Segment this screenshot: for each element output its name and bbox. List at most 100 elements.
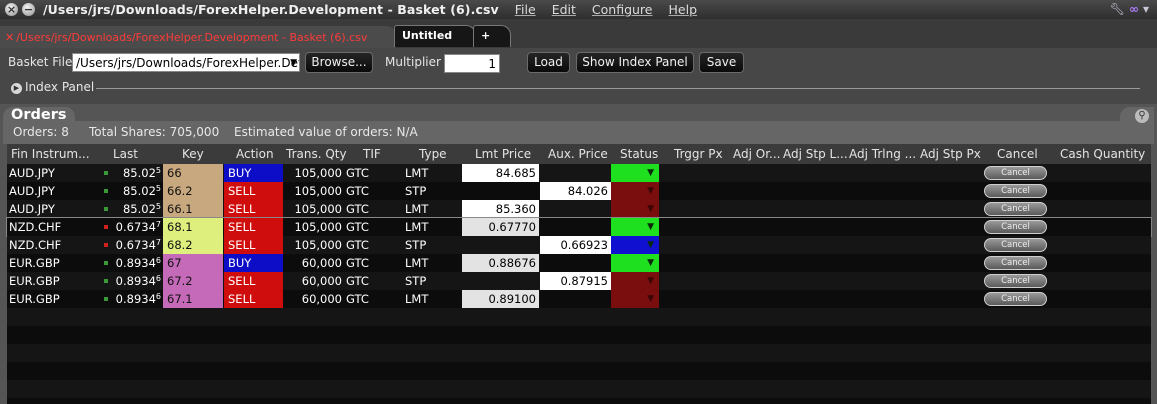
col-adj-stp-l[interactable]: Adj Stp L... [783, 147, 848, 161]
menu-help[interactable]: Help [669, 2, 698, 17]
trans-qty-cell[interactable]: 105,000 [284, 164, 346, 182]
tif-cell[interactable]: GTC [346, 182, 386, 200]
key-cell[interactable]: 67.2 [163, 272, 223, 290]
table-row[interactable]: EUR.GBP 0.89346 67.2 SELL 60,000 GTC STP 0.8791… [7, 272, 1151, 290]
lmt-price-cell[interactable] [462, 272, 539, 290]
col-status[interactable]: Status [620, 147, 658, 161]
close-window-icon[interactable]: × [5, 3, 18, 16]
wrench-icon[interactable]: 🔧︎ [1110, 2, 1125, 16]
status-dropdown-icon[interactable]: ▼ [647, 254, 654, 272]
tif-cell[interactable]: GTC [346, 236, 386, 254]
magnifier-icon[interactable]: ⚲ [1135, 109, 1149, 123]
action-cell[interactable]: SELL [224, 236, 283, 254]
col-key[interactable]: Key [182, 147, 204, 161]
table-row[interactable]: AUD.JPY 85.025 66.1 SELL 105,000 GTC LMT 85.360… [7, 200, 1151, 218]
type-cell[interactable]: STP [405, 236, 445, 254]
add-tab-button[interactable]: + [473, 25, 511, 47]
col-action[interactable]: Action [236, 147, 274, 161]
browse-button[interactable]: Browse... [305, 52, 373, 73]
tif-cell[interactable]: GTC [346, 290, 386, 308]
type-cell[interactable]: STP [405, 182, 445, 200]
menu-edit[interactable]: Edit [552, 2, 576, 17]
key-cell[interactable]: 68.2 [163, 236, 223, 254]
aux-price-cell[interactable]: 84.026 [540, 182, 611, 200]
cancel-button[interactable]: Cancel [984, 292, 1047, 306]
cancel-button[interactable]: Cancel [984, 166, 1047, 180]
trans-qty-cell[interactable]: 105,000 [284, 218, 346, 236]
aux-price-cell[interactable]: 0.87915 [540, 272, 611, 290]
cancel-button[interactable]: Cancel [984, 238, 1047, 252]
lmt-price-cell[interactable] [462, 236, 539, 254]
status-dropdown-icon[interactable]: ▼ [647, 200, 654, 218]
status-cell[interactable]: ▼ [611, 236, 659, 254]
cancel-button[interactable]: Cancel [984, 184, 1047, 198]
chevron-down-icon[interactable]: ▾ [1143, 2, 1149, 16]
action-cell[interactable]: SELL [224, 182, 283, 200]
tif-cell[interactable]: GTC [346, 254, 386, 272]
col-lmt-price[interactable]: Lmt Price [475, 147, 531, 161]
trans-qty-cell[interactable]: 105,000 [284, 182, 346, 200]
tif-cell[interactable]: GTC [346, 218, 386, 236]
table-row[interactable]: AUD.JPY 85.025 66.2 SELL 105,000 GTC STP 84.026… [7, 182, 1151, 200]
trans-qty-cell[interactable]: 60,000 [284, 290, 346, 308]
table-row[interactable]: NZD.CHF 0.67347 68.2 SELL 105,000 GTC STP 0.669… [7, 236, 1151, 254]
table-row[interactable]: EUR.GBP 0.89346 67 BUY 60,000 GTC LMT 0.88676 ▼ C… [7, 254, 1151, 272]
key-cell[interactable]: 68.1 [163, 218, 223, 236]
lmt-price-cell[interactable]: 0.89100 [462, 290, 539, 308]
action-cell[interactable]: SELL [224, 200, 283, 218]
lmt-price-cell[interactable]: 0.67770 [462, 218, 539, 236]
action-cell[interactable]: SELL [224, 218, 283, 236]
menu-file[interactable]: File [515, 2, 536, 17]
type-cell[interactable]: LMT [405, 218, 445, 236]
trans-qty-cell[interactable]: 60,000 [284, 254, 346, 272]
lmt-price-cell[interactable]: 0.88676 [462, 254, 539, 272]
status-cell[interactable]: ▼ [611, 254, 659, 272]
menu-configure[interactable]: Configure [592, 2, 653, 17]
expand-chevron-icon[interactable]: ▶ [11, 83, 22, 94]
col-adj-or[interactable]: Adj Or... [733, 147, 780, 161]
load-button[interactable]: Load [527, 52, 570, 73]
aux-price-cell[interactable] [540, 290, 611, 308]
key-cell[interactable]: 66 [163, 164, 223, 182]
cancel-button[interactable]: Cancel [984, 202, 1047, 216]
col-instrument[interactable]: Fin Instrum... [11, 147, 90, 161]
type-cell[interactable]: LMT [405, 200, 445, 218]
status-dropdown-icon[interactable]: ▼ [647, 290, 654, 308]
index-panel-label[interactable]: Index Panel [25, 80, 94, 94]
key-cell[interactable]: 66.1 [163, 200, 223, 218]
aux-price-cell[interactable] [540, 218, 611, 236]
status-cell[interactable]: ▼ [611, 164, 659, 182]
status-cell[interactable]: ▼ [611, 182, 659, 200]
aux-price-cell[interactable] [540, 254, 611, 272]
col-aux-price[interactable]: Aux. Price [548, 147, 608, 161]
table-row[interactable]: EUR.GBP 0.89346 67.1 SELL 60,000 GTC LMT 0.8910… [7, 290, 1151, 308]
cancel-button[interactable]: Cancel [984, 274, 1047, 288]
status-cell[interactable]: ▼ [611, 200, 659, 218]
trans-qty-cell[interactable]: 105,000 [284, 200, 346, 218]
status-cell[interactable]: ▼ [611, 290, 659, 308]
key-cell[interactable]: 67.1 [163, 290, 223, 308]
lmt-price-cell[interactable]: 84.685 [462, 164, 539, 182]
cancel-button[interactable]: Cancel [984, 220, 1047, 234]
type-cell[interactable]: STP [405, 272, 445, 290]
type-cell[interactable]: LMT [405, 290, 445, 308]
col-trans-qty[interactable]: Trans. Qty [286, 147, 347, 161]
type-cell[interactable]: LMT [405, 164, 445, 182]
trans-qty-cell[interactable]: 105,000 [284, 236, 346, 254]
tif-cell[interactable]: GTC [346, 200, 386, 218]
status-dropdown-icon[interactable]: ▼ [647, 182, 654, 200]
link-chain-icon[interactable]: ∞ [1129, 2, 1139, 16]
action-cell[interactable]: BUY [224, 164, 283, 182]
trans-qty-cell[interactable]: 60,000 [284, 272, 346, 290]
col-cancel[interactable]: Cancel [997, 147, 1038, 161]
col-type[interactable]: Type [419, 147, 447, 161]
col-tif[interactable]: TIF [363, 147, 381, 161]
aux-price-cell[interactable]: 0.66923 [540, 236, 611, 254]
col-trggr-px[interactable]: Trggr Px [674, 147, 723, 161]
save-button[interactable]: Save [699, 52, 744, 73]
table-row[interactable]: AUD.JPY 85.025 66 BUY 105,000 GTC LMT 84.685 ▼ Ca… [7, 164, 1151, 182]
table-row[interactable]: NZD.CHF 0.67347 68.1 SELL 105,000 GTC LMT 0.677… [6, 217, 1152, 237]
tif-cell[interactable]: GTC [346, 272, 386, 290]
tab-close-icon[interactable]: ✕ [5, 31, 14, 44]
col-cash-qty[interactable]: Cash Quantity [1060, 147, 1145, 161]
